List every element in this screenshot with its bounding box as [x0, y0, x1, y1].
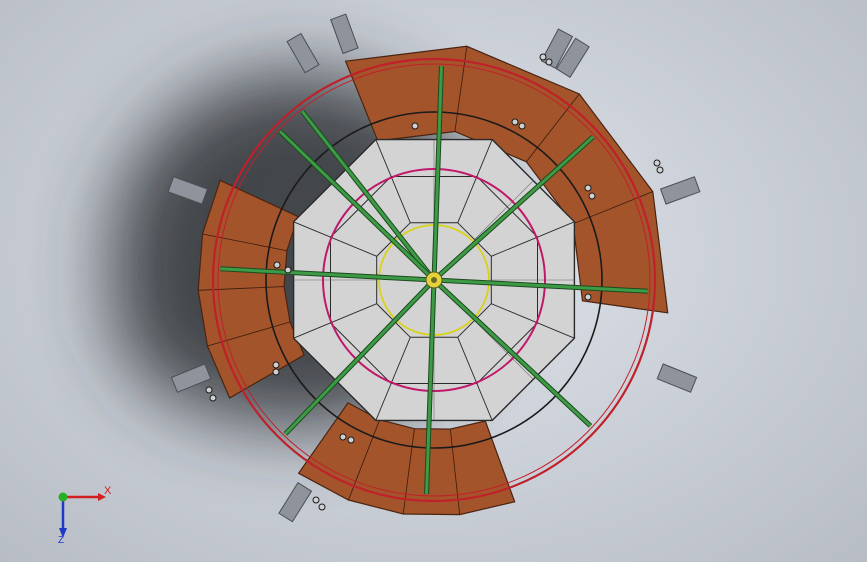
bracket-2 — [659, 176, 701, 205]
y-axis-dot — [58, 492, 68, 502]
bolt-4 — [518, 122, 526, 130]
bolt-13 — [272, 368, 280, 376]
bolt-17 — [347, 436, 355, 444]
cad-viewport[interactable] — [0, 0, 867, 562]
bolt-7 — [584, 184, 592, 192]
x-axis-label: X — [104, 485, 112, 497]
bolt-11 — [584, 293, 592, 301]
bolt-16 — [339, 433, 347, 441]
bolt-3 — [511, 118, 519, 126]
bolt-19 — [318, 503, 326, 511]
bracket-3 — [656, 363, 698, 393]
bracket-4 — [278, 482, 313, 523]
bolt-12 — [272, 361, 280, 369]
center-hub — [425, 271, 443, 289]
bolt-18 — [312, 496, 320, 504]
orientation-triad: X Z — [58, 485, 112, 544]
bolt-15 — [209, 394, 217, 402]
bracket-7 — [330, 13, 359, 55]
bolt-0 — [539, 53, 547, 61]
bolt-1 — [545, 58, 553, 66]
bolt-10 — [284, 266, 292, 274]
bolt-9 — [273, 261, 281, 269]
bolt-5 — [653, 159, 661, 167]
bolt-8 — [588, 192, 596, 200]
bolt-14 — [205, 386, 213, 394]
bolt-6 — [656, 166, 664, 174]
z-axis-label: Z — [58, 535, 64, 544]
bracket-0 — [286, 32, 320, 74]
bolt-2 — [411, 122, 419, 130]
